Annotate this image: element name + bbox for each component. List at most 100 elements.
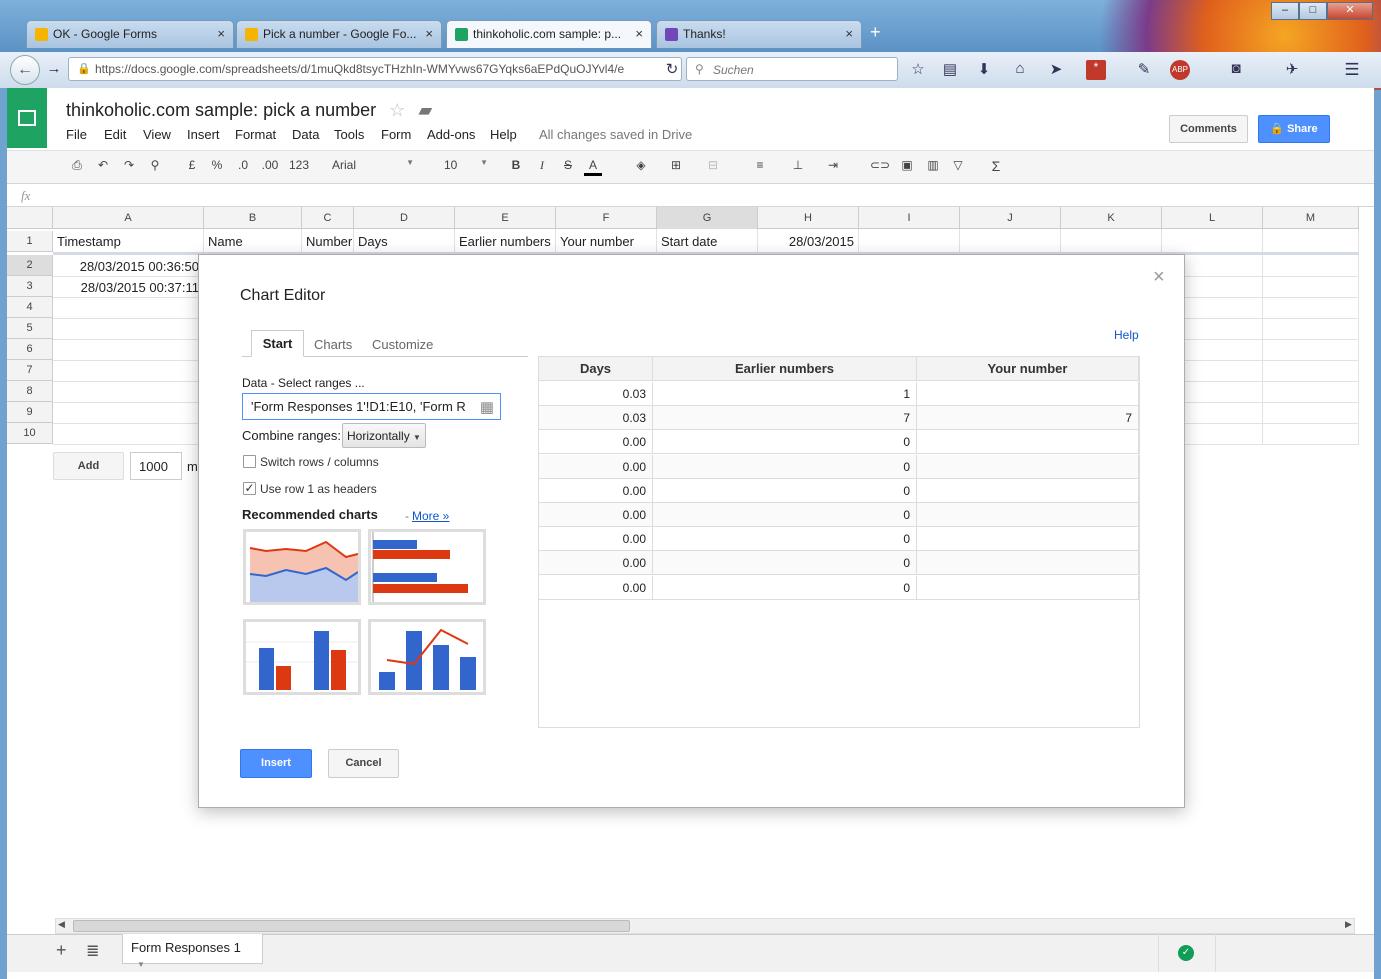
use-row1-checkbox[interactable]: ✓ [243,482,256,495]
scroll-right-icon[interactable]: ▶ [1345,919,1352,930]
tab-charts[interactable]: Charts [314,337,352,352]
insert-button[interactable]: Insert [240,749,312,778]
scroll-left-icon[interactable]: ◀ [58,919,65,930]
row-header[interactable]: 10 [7,423,53,444]
addon-tools-icon[interactable]: ✈ [1282,60,1302,80]
row-header[interactable]: 2 [7,255,53,276]
menu-insert[interactable]: Insert [187,127,220,142]
add-sheet-button[interactable]: + [56,940,67,961]
minimize-button[interactable]: – [1271,2,1299,20]
bar-chart-thumbnail[interactable] [368,529,486,605]
menu-addons[interactable]: Add-ons [427,127,475,142]
combo-chart-thumbnail[interactable] [368,619,486,695]
percent-format-button[interactable]: % [208,158,226,176]
url-bar[interactable]: 🔒 https://docs.google.com/spreadsheets/d… [68,57,682,81]
adblock-icon[interactable]: ABP [1170,60,1190,80]
column-header[interactable]: B [204,207,302,229]
cell-h1[interactable]: 28/03/2015 [758,231,858,252]
number-format-button[interactable]: 123 [284,158,314,176]
increase-decimal-button[interactable]: .00 [258,158,282,176]
addon-icon[interactable]: ✎ [1134,60,1154,80]
text-wrap-icon[interactable]: ⇥ [822,158,844,176]
select-all-corner[interactable] [7,207,53,229]
insert-chart-icon[interactable]: ▥ [923,158,943,176]
fill-color-icon[interactable]: ◈ [630,158,652,176]
cell-a2[interactable]: 28/03/2015 00:36:50 [53,256,203,277]
close-icon[interactable]: × [1153,266,1165,289]
cell-e1[interactable]: Earlier numbers [455,231,555,252]
add-rows-count-input[interactable]: 1000 [130,452,182,480]
row-header[interactable]: 6 [7,339,53,360]
horizontal-align-icon[interactable]: ≡ [750,158,770,176]
row-header[interactable]: 5 [7,318,53,339]
borders-icon[interactable]: ⊞ [666,158,686,176]
column-header[interactable]: A [53,207,204,229]
back-button[interactable]: ← [10,55,40,85]
close-window-button[interactable]: ✕ [1327,2,1373,20]
browser-tab[interactable]: OK - Google Forms × [26,20,234,48]
tab-customize[interactable]: Customize [372,337,433,352]
star-icon[interactable]: ☆ [389,100,405,120]
select-ranges-link[interactable]: - Select ranges ... [271,376,365,390]
menu-format[interactable]: Format [235,127,276,142]
cancel-button[interactable]: Cancel [328,749,399,778]
browser-tab[interactable]: Pick a number - Google Fo... × [236,20,442,48]
pocket-icon[interactable]: ◙ [1226,60,1246,80]
tab-start[interactable]: Start [251,330,304,357]
search-input[interactable]: ⚲ Suchen [686,57,898,81]
functions-button[interactable]: Σ [986,158,1006,176]
column-header[interactable]: J [960,207,1061,229]
home-icon[interactable]: ⌂ [1010,60,1030,80]
row-header[interactable]: 7 [7,360,53,381]
cell-d1[interactable]: Days [354,231,454,252]
print-icon[interactable]: ⎙ [68,158,86,176]
data-range-input[interactable]: 'Form Responses 1'!D1:E10, 'Form R ▦ [242,393,501,420]
forward-icon[interactable]: → [44,60,64,80]
combine-ranges-select[interactable]: Horizontally ▼ [342,423,426,448]
cell-f1[interactable]: Your number [556,231,656,252]
menu-form[interactable]: Form [381,127,411,142]
cell-a1[interactable]: Timestamp [53,231,203,252]
menu-view[interactable]: View [143,127,171,142]
document-title[interactable]: thinkoholic.com sample: pick a number ☆ … [66,100,432,121]
area-chart-thumbnail[interactable] [243,529,361,605]
insert-link-icon[interactable]: ⊂⊃ [870,158,890,176]
column-header[interactable]: E [455,207,556,229]
column-header[interactable]: L [1162,207,1263,229]
decrease-decimal-button[interactable]: .0 [233,158,253,176]
cell-g1[interactable]: Start date [657,231,757,252]
reload-icon[interactable]: ↻ [662,60,682,80]
download-icon[interactable]: ⬇ [974,60,994,80]
cell-a3[interactable]: 28/03/2015 00:37:11 [53,277,203,298]
share-button[interactable]: 🔒 Share [1258,115,1330,143]
font-size-select[interactable]: 10 ▼ [438,158,490,176]
row-header[interactable]: 1 [7,231,53,252]
cell-b1[interactable]: Name [204,231,301,252]
close-icon[interactable]: × [425,26,433,41]
bookmark-star-icon[interactable]: ☆ [908,60,928,80]
close-icon[interactable]: × [845,26,853,41]
close-icon[interactable]: × [635,26,643,41]
column-header[interactable]: I [859,207,960,229]
column-chart-thumbnail[interactable] [243,619,361,695]
formula-bar[interactable]: fx [7,185,1374,207]
column-header[interactable]: G [657,207,758,229]
redo-icon[interactable]: ↷ [120,158,138,176]
maximize-button[interactable]: □ [1299,2,1327,20]
new-tab-button[interactable]: + [870,22,881,43]
currency-format-button[interactable]: £ [183,158,201,176]
send-icon[interactable]: ➤ [1046,60,1066,80]
menu-help[interactable]: Help [490,127,517,142]
paint-format-icon[interactable]: ⚲ [146,158,164,176]
italic-button[interactable]: I [533,158,551,176]
undo-icon[interactable]: ↶ [94,158,112,176]
insert-comment-icon[interactable]: ▣ [897,158,917,176]
reading-list-icon[interactable]: ▤ [940,60,960,80]
all-sheets-menu-icon[interactable]: ≣ [86,941,99,961]
add-rows-button[interactable]: Add [53,452,124,480]
row-header[interactable]: 3 [7,276,53,297]
menu-edit[interactable]: Edit [104,127,126,142]
comments-button[interactable]: Comments [1169,115,1248,143]
folder-icon[interactable]: ▰ [418,100,432,120]
close-icon[interactable]: × [217,26,225,41]
